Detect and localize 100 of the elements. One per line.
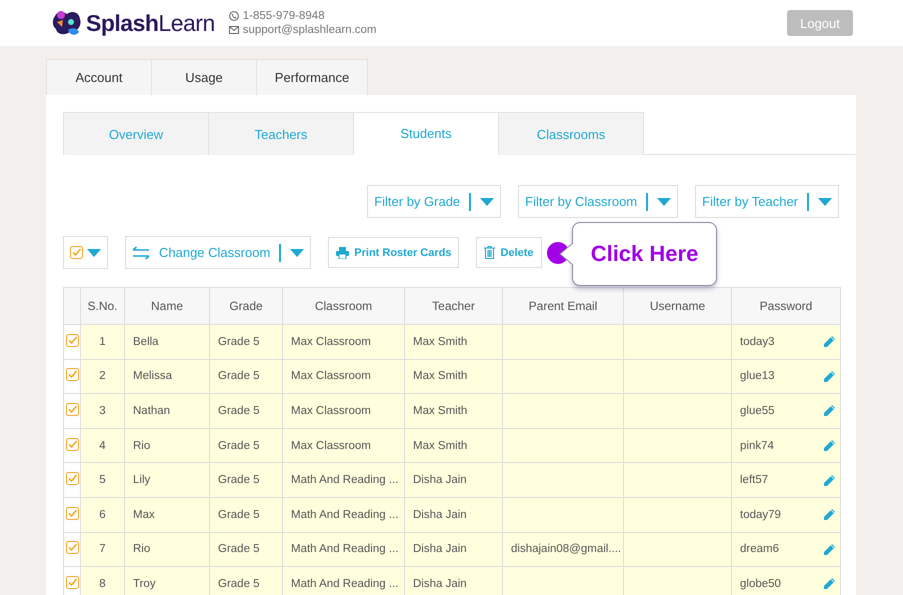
table-cell: Max Classroom [291, 336, 371, 348]
table-cell: Disha Jain [413, 578, 467, 590]
table-cell: glue55 [740, 404, 775, 417]
checkbox[interactable] [66, 368, 78, 382]
checkbox[interactable] [66, 541, 78, 554]
table-cell: Math And Reading ... [291, 508, 398, 521]
table-cell: left57 [740, 474, 768, 486]
checkbox[interactable] [66, 506, 78, 520]
select-all-dropdown[interactable] [63, 236, 108, 269]
table-cell: Max Smith [413, 370, 468, 382]
pencil-icon[interactable] [823, 439, 836, 452]
table-cell: Disha Jain [413, 474, 467, 486]
envelope-icon [228, 26, 239, 34]
table-cell: Grade 5 [218, 370, 260, 382]
table-cell: Grade 5 [218, 474, 260, 486]
column-header: Parent Email [502, 288, 624, 324]
table-cell: dream6 [740, 543, 779, 556]
change-classroom-label: Change Classroom [159, 245, 270, 260]
table-cell: today3 [740, 336, 775, 348]
printer-icon [336, 246, 350, 258]
section-tab[interactable]: Classrooms [498, 112, 644, 155]
account-tab[interactable]: Performance [256, 59, 368, 95]
pencil-icon[interactable] [823, 404, 836, 418]
filter-label: Filter by Grade [374, 194, 460, 209]
table-cell: Max Classroom [291, 440, 371, 452]
table-cell: Math And Reading ... [291, 578, 398, 590]
table-cell: Math And Reading ... [291, 474, 398, 486]
table-cell: 1 [99, 336, 106, 348]
table-cell: Grade 5 [218, 336, 260, 348]
table-cell: Max Classroom [291, 370, 371, 382]
pencil-icon[interactable] [823, 542, 836, 556]
table-cell: Troy [133, 578, 156, 590]
table-cell: dishajain08@gmail.... [511, 543, 622, 556]
table-cell: Bella [133, 336, 159, 348]
caret-icon [657, 198, 672, 206]
table-cell: Melissa [133, 370, 172, 382]
checkbox[interactable] [66, 438, 78, 451]
table-cell: globe50 [740, 578, 781, 590]
account-tab[interactable]: Usage [151, 59, 257, 95]
checkbox[interactable] [66, 472, 78, 486]
pencil-icon[interactable] [823, 577, 836, 590]
table-cell: Max Smith [413, 404, 468, 417]
table-cell: 5 [99, 474, 106, 486]
table-cell: Disha Jain [413, 543, 467, 556]
column-header: Grade [210, 288, 282, 324]
caret-icon [480, 198, 494, 206]
change-classroom-dropdown[interactable]: Change Classroom [125, 236, 312, 269]
callout-text: Click Here [590, 241, 698, 267]
table-cell: Grade 5 [218, 404, 260, 417]
table-cell: 3 [99, 404, 106, 417]
column-header: Teacher [404, 288, 502, 324]
logo-icon [52, 8, 82, 38]
print-roster-button[interactable]: Print Roster Cards [328, 237, 460, 268]
filter-label: Filter by Teacher [702, 194, 798, 209]
table-cell: 4 [99, 440, 106, 452]
table-cell: Max [133, 508, 155, 521]
table-cell: Grade 5 [218, 578, 260, 590]
logo-wordmark: SplashLearn [86, 10, 215, 36]
section-tab[interactable]: Teachers [208, 112, 354, 155]
pencil-icon[interactable] [823, 508, 836, 522]
section-tab[interactable]: Overview [63, 112, 209, 155]
checkbox[interactable] [66, 576, 78, 589]
checkbox[interactable] [66, 402, 78, 416]
table-cell: 7 [99, 543, 106, 556]
account-tab[interactable]: Account [46, 59, 152, 95]
checkbox[interactable] [70, 246, 83, 259]
phone-number: 1-855-979-8948 [242, 10, 325, 22]
checkbox[interactable] [66, 334, 78, 347]
filter-dropdown[interactable]: Filter by Grade [367, 185, 502, 218]
pencil-icon[interactable] [823, 370, 836, 383]
column-header: S.No. [80, 288, 124, 324]
table-cell: Grade 5 [218, 440, 260, 452]
caret-icon [818, 198, 832, 206]
column-header: Name [124, 288, 210, 324]
column-header: Username [624, 288, 732, 324]
table-cell: Max Smith [413, 336, 468, 348]
table-cell: Math And Reading ... [291, 543, 398, 556]
filter-dropdown[interactable]: Filter by Teacher [695, 185, 839, 218]
pencil-icon[interactable] [823, 474, 836, 487]
table-cell: Lily [133, 474, 150, 486]
table-cell: Nathan [133, 404, 170, 417]
table-cell: Grade 5 [218, 508, 260, 521]
trash-icon [484, 246, 496, 259]
table-cell: glue13 [740, 370, 775, 382]
table-cell: Grade 5 [218, 543, 260, 556]
filter-dropdown[interactable]: Filter by Classroom [518, 185, 678, 218]
section-tab[interactable]: Students [353, 112, 499, 155]
logout-button[interactable]: Logout [787, 10, 853, 36]
table-cell: today79 [740, 508, 781, 521]
delete-button[interactable]: Delete [476, 237, 542, 268]
table-cell: Max Smith [413, 440, 468, 452]
column-header: Classroom [282, 288, 404, 324]
pencil-icon[interactable] [823, 335, 836, 348]
phone-icon [228, 11, 239, 21]
table-cell: 2 [99, 370, 106, 382]
caret-icon [87, 248, 101, 256]
table-cell: 8 [99, 578, 106, 590]
filter-label: Filter by Classroom [525, 194, 638, 209]
column-header: Password [732, 288, 840, 324]
table-cell: Max Classroom [291, 404, 371, 417]
